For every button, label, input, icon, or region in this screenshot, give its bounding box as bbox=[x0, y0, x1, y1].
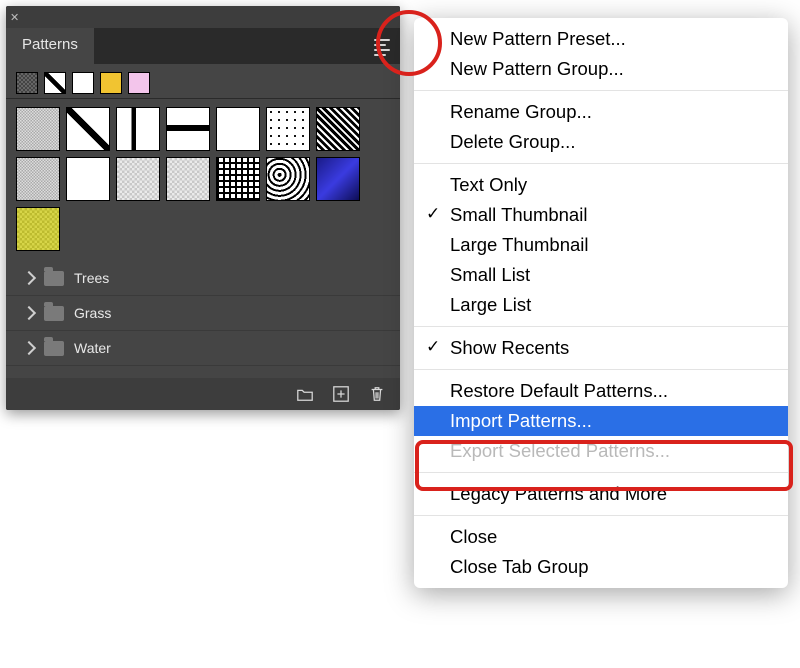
pattern-thumb[interactable] bbox=[316, 157, 360, 201]
tab-empty-area bbox=[94, 28, 400, 64]
menu-separator bbox=[414, 326, 788, 327]
folder-icon bbox=[44, 271, 64, 286]
pattern-thumb[interactable] bbox=[66, 157, 110, 201]
menu-item[interactable]: Close bbox=[414, 522, 788, 552]
panel-tab-row: Patterns bbox=[6, 28, 400, 64]
pattern-thumb[interactable] bbox=[16, 207, 60, 251]
menu-item[interactable]: Import Patterns... bbox=[414, 406, 788, 436]
menu-item[interactable]: Small List bbox=[414, 260, 788, 290]
pattern-thumb[interactable] bbox=[16, 107, 60, 151]
menu-item[interactable]: Large List bbox=[414, 290, 788, 320]
new-group-icon[interactable] bbox=[296, 385, 314, 403]
panel-footer bbox=[6, 378, 400, 410]
pattern-thumb[interactable] bbox=[66, 107, 110, 151]
patterns-panel: ✕ Patterns bbox=[6, 6, 400, 410]
folder-label: Grass bbox=[74, 305, 111, 321]
pattern-thumb[interactable] bbox=[316, 107, 360, 151]
menu-separator bbox=[414, 163, 788, 164]
folder-icon bbox=[44, 306, 64, 321]
chevron-right-icon bbox=[22, 306, 36, 320]
pattern-thumb[interactable] bbox=[16, 157, 60, 201]
pattern-thumb[interactable] bbox=[116, 157, 160, 201]
panel-titlebar: ✕ bbox=[6, 6, 400, 28]
panel-flyout-menu: New Pattern Preset...New Pattern Group..… bbox=[414, 18, 788, 588]
folder-row[interactable]: Trees bbox=[6, 261, 400, 296]
menu-separator bbox=[414, 369, 788, 370]
menu-item[interactable]: Show Recents bbox=[414, 333, 788, 363]
menu-separator bbox=[414, 472, 788, 473]
folder-row[interactable]: Grass bbox=[6, 296, 400, 331]
pattern-thumb[interactable] bbox=[116, 107, 160, 151]
recent-swatch[interactable] bbox=[128, 72, 150, 94]
menu-item[interactable]: Delete Group... bbox=[414, 127, 788, 157]
chevron-right-icon bbox=[22, 271, 36, 285]
menu-separator bbox=[414, 515, 788, 516]
tab-patterns[interactable]: Patterns bbox=[6, 28, 94, 64]
menu-item[interactable]: New Pattern Preset... bbox=[414, 24, 788, 54]
recent-swatches bbox=[6, 64, 400, 98]
menu-item: Export Selected Patterns... bbox=[414, 436, 788, 466]
menu-item[interactable]: Small Thumbnail bbox=[414, 200, 788, 230]
menu-item[interactable]: Close Tab Group bbox=[414, 552, 788, 582]
menu-item[interactable]: Rename Group... bbox=[414, 97, 788, 127]
menu-item[interactable]: Legacy Patterns and More bbox=[414, 479, 788, 509]
recent-swatch[interactable] bbox=[100, 72, 122, 94]
menu-separator bbox=[414, 90, 788, 91]
folder-label: Water bbox=[74, 340, 111, 356]
pattern-thumb[interactable] bbox=[166, 157, 210, 201]
folder-label: Trees bbox=[74, 270, 109, 286]
trash-icon[interactable] bbox=[368, 385, 386, 403]
menu-item[interactable]: Large Thumbnail bbox=[414, 230, 788, 260]
recent-swatch[interactable] bbox=[44, 72, 66, 94]
pattern-thumb[interactable] bbox=[166, 107, 210, 151]
folder-icon bbox=[44, 341, 64, 356]
recent-swatch[interactable] bbox=[16, 72, 38, 94]
recent-swatch[interactable] bbox=[72, 72, 94, 94]
pattern-thumb[interactable] bbox=[216, 157, 260, 201]
panel-close-icon[interactable]: ✕ bbox=[10, 11, 19, 24]
pattern-thumb[interactable] bbox=[266, 157, 310, 201]
annotation-circle bbox=[376, 10, 442, 76]
pattern-grid bbox=[6, 99, 400, 259]
new-pattern-icon[interactable] bbox=[332, 385, 350, 403]
pattern-thumb[interactable] bbox=[216, 107, 260, 151]
pattern-folders: Trees Grass Water bbox=[6, 259, 400, 368]
folder-row[interactable]: Water bbox=[6, 331, 400, 366]
menu-item[interactable]: New Pattern Group... bbox=[414, 54, 788, 84]
pattern-thumb[interactable] bbox=[266, 107, 310, 151]
chevron-right-icon bbox=[22, 341, 36, 355]
menu-item[interactable]: Text Only bbox=[414, 170, 788, 200]
menu-item[interactable]: Restore Default Patterns... bbox=[414, 376, 788, 406]
